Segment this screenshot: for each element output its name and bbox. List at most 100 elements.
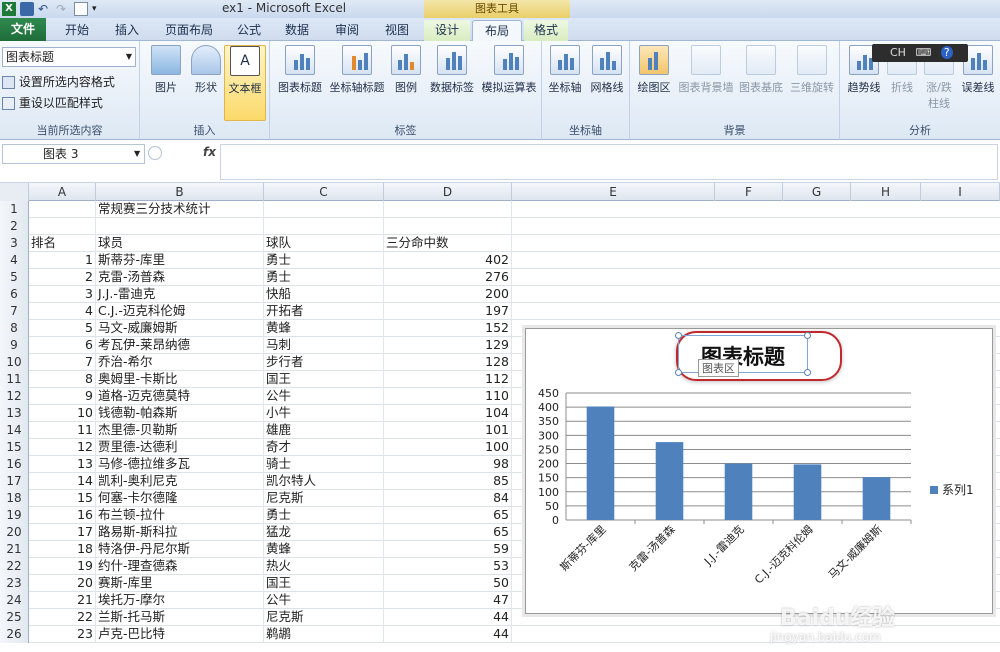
cell-d[interactable] [384,218,512,235]
cell-a[interactable]: 23 [29,626,96,643]
cell-d[interactable]: 104 [384,405,512,422]
row-header[interactable]: 10 [0,354,29,371]
shapes-button[interactable]: 形状 [182,45,230,115]
cell-c[interactable]: 国王 [264,371,384,388]
cell-d[interactable]: 200 [384,286,512,303]
cell-a[interactable]: 14 [29,473,96,490]
cell-d[interactable]: 85 [384,473,512,490]
cell-b[interactable]: 斯蒂芬-库里 [96,252,264,269]
cell-a[interactable] [29,218,96,235]
tab-review[interactable]: 审阅 [328,20,366,41]
cell-d[interactable]: 100 [384,439,512,456]
cell-d[interactable]: 50 [384,575,512,592]
select-all-corner[interactable] [0,183,29,201]
cell-d[interactable]: 101 [384,422,512,439]
cell-c[interactable]: 勇士 [264,269,384,286]
cell-c[interactable]: 热火 [264,558,384,575]
cell-d[interactable]: 110 [384,388,512,405]
row-header[interactable]: 25 [0,609,29,626]
cell-c[interactable]: 勇士 [264,252,384,269]
cell-d[interactable]: 112 [384,371,512,388]
bar[interactable] [862,477,891,520]
bar[interactable] [655,442,684,520]
name-box[interactable]: 图表 3 [2,144,145,164]
chart-floor-button[interactable]: 图表基底 [736,45,786,115]
row-header[interactable]: 22 [0,558,29,575]
cell-b[interactable]: 奥姆里-卡斯比 [96,371,264,388]
redo-icon[interactable]: ↷ [56,2,70,16]
row-header[interactable]: 5 [0,269,29,286]
row-header[interactable]: 1 [0,201,29,218]
gridlines-button[interactable]: 网格线 [586,45,628,115]
name-box-chevron-icon[interactable]: ▼ [134,149,140,158]
format-selection-button[interactable]: 设置所选内容格式 [2,73,115,90]
axis-titles-button[interactable]: 坐标轴标题 [328,45,386,115]
cell-b[interactable]: 卢克-巴比特 [96,626,264,643]
cell-a[interactable]: 4 [29,303,96,320]
cell-b[interactable]: 马修-德拉维多瓦 [96,456,264,473]
row-header[interactable]: 15 [0,439,29,456]
cell-a[interactable]: 排名 [29,235,96,252]
axes-button[interactable]: 坐标轴 [544,45,586,115]
cell-c[interactable]: 雄鹿 [264,422,384,439]
resize-handle-tl[interactable] [675,332,682,339]
tab-data[interactable]: 数据 [278,20,316,41]
cell-a[interactable]: 16 [29,507,96,524]
row-header[interactable]: 4 [0,252,29,269]
legend-button[interactable]: 图例 [386,45,426,115]
tab-layout[interactable]: 布局 [472,20,522,41]
column-header-f[interactable]: F [715,183,783,201]
cell-c[interactable]: 鹈鹕 [264,626,384,643]
cell-c[interactable]: 黄蜂 [264,541,384,558]
bar[interactable] [586,406,615,520]
tab-home[interactable]: 开始 [58,20,96,41]
tab-formulas[interactable]: 公式 [230,20,268,41]
cell-a[interactable]: 21 [29,592,96,609]
row-header[interactable]: 16 [0,456,29,473]
row-header[interactable]: 18 [0,490,29,507]
row-header[interactable]: 24 [0,592,29,609]
ime-toolbar[interactable]: CH ⌨ ? [872,44,968,62]
cell-d[interactable]: 98 [384,456,512,473]
column-header-h[interactable]: H [851,183,921,201]
cell-d[interactable]: 65 [384,507,512,524]
cell-b[interactable]: C.J.-迈克科伦姆 [96,303,264,320]
cell-c[interactable]: 快船 [264,286,384,303]
cell-c[interactable]: 奇才 [264,439,384,456]
row-header[interactable]: 6 [0,286,29,303]
tab-design[interactable]: 设计 [424,20,470,41]
cell-d[interactable]: 三分命中数 [384,235,512,252]
cell-d[interactable]: 65 [384,524,512,541]
cell-a[interactable]: 2 [29,269,96,286]
save-icon[interactable] [20,2,34,16]
cell-c[interactable] [264,218,384,235]
cell-d[interactable]: 44 [384,609,512,626]
data-labels-button[interactable]: 数据标签 [426,45,478,115]
cell-c[interactable]: 骑士 [264,456,384,473]
cell-a[interactable]: 18 [29,541,96,558]
cell-c[interactable]: 小牛 [264,405,384,422]
cell-a[interactable] [29,201,96,218]
cell-b[interactable]: 道格-迈克德莫特 [96,388,264,405]
bar[interactable] [724,463,753,520]
column-header-b[interactable]: B [96,183,264,201]
cell-c[interactable]: 尼克斯 [264,490,384,507]
cell-b[interactable]: 钱德勒-帕森斯 [96,405,264,422]
cell-d[interactable] [384,201,512,218]
cell-a[interactable]: 7 [29,354,96,371]
cell-b[interactable]: 考瓦伊-莱昂纳德 [96,337,264,354]
cell-b[interactable]: 常规赛三分技术统计 [96,201,264,218]
cell-b[interactable] [96,218,264,235]
cell-c[interactable]: 尼克斯 [264,609,384,626]
row-header[interactable]: 11 [0,371,29,388]
cell-b[interactable]: 路易斯-斯科拉 [96,524,264,541]
tab-view[interactable]: 视图 [378,20,416,41]
cell-d[interactable]: 197 [384,303,512,320]
row-header[interactable]: 12 [0,388,29,405]
chart-area[interactable]: 图表标题 图表区 0 50 100 150 200 250 300 350 400 450 斯蒂芬-… [525,328,993,614]
formula-input[interactable] [220,144,998,180]
cell-c[interactable]: 勇士 [264,507,384,524]
cell-b[interactable]: 克雷-汤普森 [96,269,264,286]
cell-d[interactable]: 44 [384,626,512,643]
textbox-button[interactable]: A 文本框 [224,45,266,121]
